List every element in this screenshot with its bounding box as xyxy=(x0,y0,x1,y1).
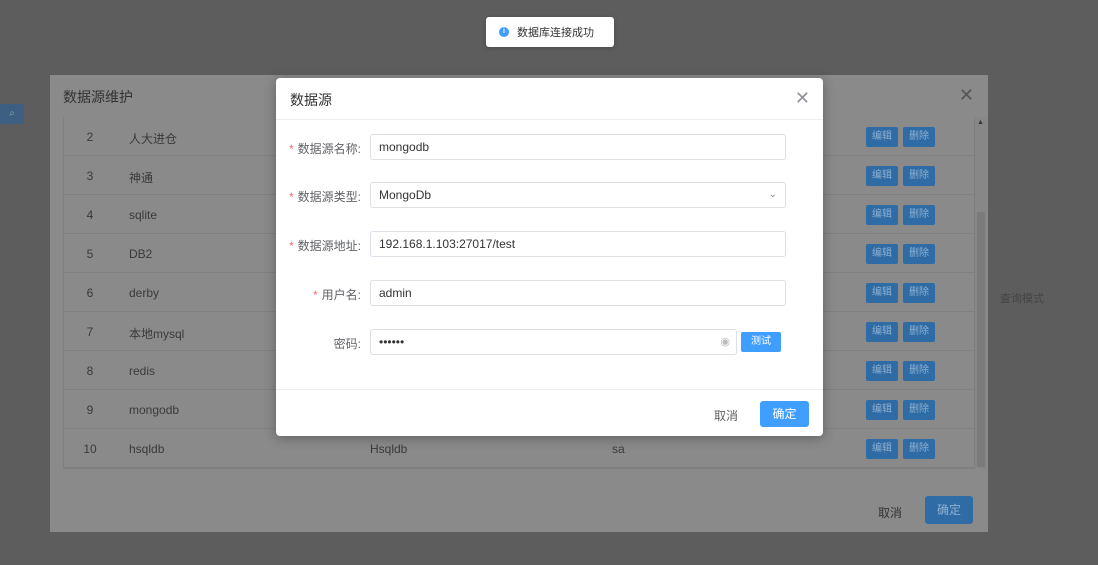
url-label: 数据源地址: xyxy=(297,239,361,253)
row-name: 神通 xyxy=(129,171,154,185)
edit-button[interactable]: 编辑 xyxy=(866,205,898,225)
scroll-up-icon[interactable]: ▲ xyxy=(977,119,984,126)
divider xyxy=(276,119,823,120)
row-user: sa xyxy=(612,442,625,456)
delete-button[interactable]: 删除 xyxy=(903,205,935,225)
datasource-dialog: 数据源 ✕ * 数据源名称: mongodb * 数据源类型: MongoDb ⌄ *… xyxy=(276,78,823,436)
password-label: 密码: xyxy=(333,337,361,351)
row-name: redis xyxy=(129,364,156,378)
cancel-button[interactable]: 取消 xyxy=(714,407,738,424)
delete-button[interactable]: 删除 xyxy=(903,283,935,303)
scrollbar-thumb[interactable] xyxy=(977,212,985,467)
delete-button[interactable]: 删除 xyxy=(903,244,935,264)
row-index: 8 xyxy=(86,364,94,378)
outer-cancel-button[interactable]: 取消 xyxy=(878,504,902,521)
delete-button[interactable]: 删除 xyxy=(903,439,935,459)
delete-button[interactable]: 删除 xyxy=(903,322,935,342)
close-icon[interactable]: ✕ xyxy=(795,88,810,109)
query-mode-label: 查询模式 xyxy=(1000,293,1044,305)
edit-button[interactable]: 编辑 xyxy=(866,244,898,264)
edit-button[interactable]: 编辑 xyxy=(866,400,898,420)
form-row-name: * 数据源名称: mongodb xyxy=(276,134,823,160)
row-name: 人大进仓 xyxy=(129,132,178,146)
row-index: 9 xyxy=(86,403,94,417)
name-label: 数据源名称: xyxy=(297,142,361,156)
edit-button[interactable]: 编辑 xyxy=(866,361,898,381)
delete-button[interactable]: 删除 xyxy=(903,361,935,381)
search-icon[interactable]: ⌕ xyxy=(0,104,24,124)
row-index: 4 xyxy=(86,208,94,222)
form-row-url: * 数据源地址: 192.168.1.103:27017/test xyxy=(276,231,823,257)
edit-button[interactable]: 编辑 xyxy=(866,127,898,147)
toast-text: 数据库连接成功 xyxy=(517,27,594,39)
row-name: derby xyxy=(129,286,160,300)
delete-button[interactable]: 删除 xyxy=(903,166,935,186)
divider xyxy=(276,389,823,390)
datasource-url-input[interactable]: 192.168.1.103:27017/test xyxy=(370,231,786,257)
eye-icon[interactable]: ◉ xyxy=(720,330,730,354)
row-index: 7 xyxy=(86,325,94,339)
edit-button[interactable]: 编辑 xyxy=(866,439,898,459)
delete-button[interactable]: 删除 xyxy=(903,400,935,420)
delete-button[interactable]: 删除 xyxy=(903,127,935,147)
password-value: •••••• xyxy=(379,335,405,349)
row-name: hsqldb xyxy=(129,442,165,456)
password-input[interactable]: •••••• ◉ xyxy=(370,329,737,355)
close-icon[interactable]: ✕ xyxy=(959,85,974,106)
chevron-down-icon: ⌄ xyxy=(768,189,777,200)
toast-message: i 数据库连接成功 xyxy=(486,17,614,47)
row-name: mongodb xyxy=(129,403,180,417)
row-index: 3 xyxy=(86,169,94,183)
edit-button[interactable]: 编辑 xyxy=(866,166,898,186)
row-type: Hsqldb xyxy=(370,442,408,456)
row-name: sqlite xyxy=(129,208,158,222)
test-connection-button[interactable]: 测试 xyxy=(741,332,781,352)
row-index: 5 xyxy=(86,247,94,261)
user-label: 用户名: xyxy=(321,288,361,302)
type-label: 数据源类型: xyxy=(297,190,361,204)
datasource-name-input[interactable]: mongodb xyxy=(370,134,786,160)
ok-button[interactable]: 确定 xyxy=(760,401,809,427)
row-index: 6 xyxy=(86,286,94,300)
outer-ok-button[interactable]: 确定 xyxy=(925,496,973,524)
row-name: DB2 xyxy=(129,247,153,261)
form-row-type: * 数据源类型: MongoDb ⌄ xyxy=(276,182,823,208)
info-icon: i xyxy=(499,27,509,37)
edit-button[interactable]: 编辑 xyxy=(866,283,898,303)
outer-dialog-title: 数据源维护 xyxy=(63,89,133,105)
datasource-type-select[interactable]: MongoDb ⌄ xyxy=(370,182,786,208)
username-input[interactable]: admin xyxy=(370,280,786,306)
form-row-user: * 用户名: admin xyxy=(276,280,823,306)
row-index: 2 xyxy=(86,130,94,144)
edit-button[interactable]: 编辑 xyxy=(866,322,898,342)
form-row-password: 密码: •••••• ◉ 测试 xyxy=(276,329,823,355)
row-index: 10 xyxy=(83,442,97,456)
dialog-title: 数据源 xyxy=(290,92,332,108)
type-value: MongoDb xyxy=(379,188,432,202)
scrollbar[interactable]: ▲ xyxy=(975,117,987,469)
row-name: 本地mysql xyxy=(129,327,185,341)
